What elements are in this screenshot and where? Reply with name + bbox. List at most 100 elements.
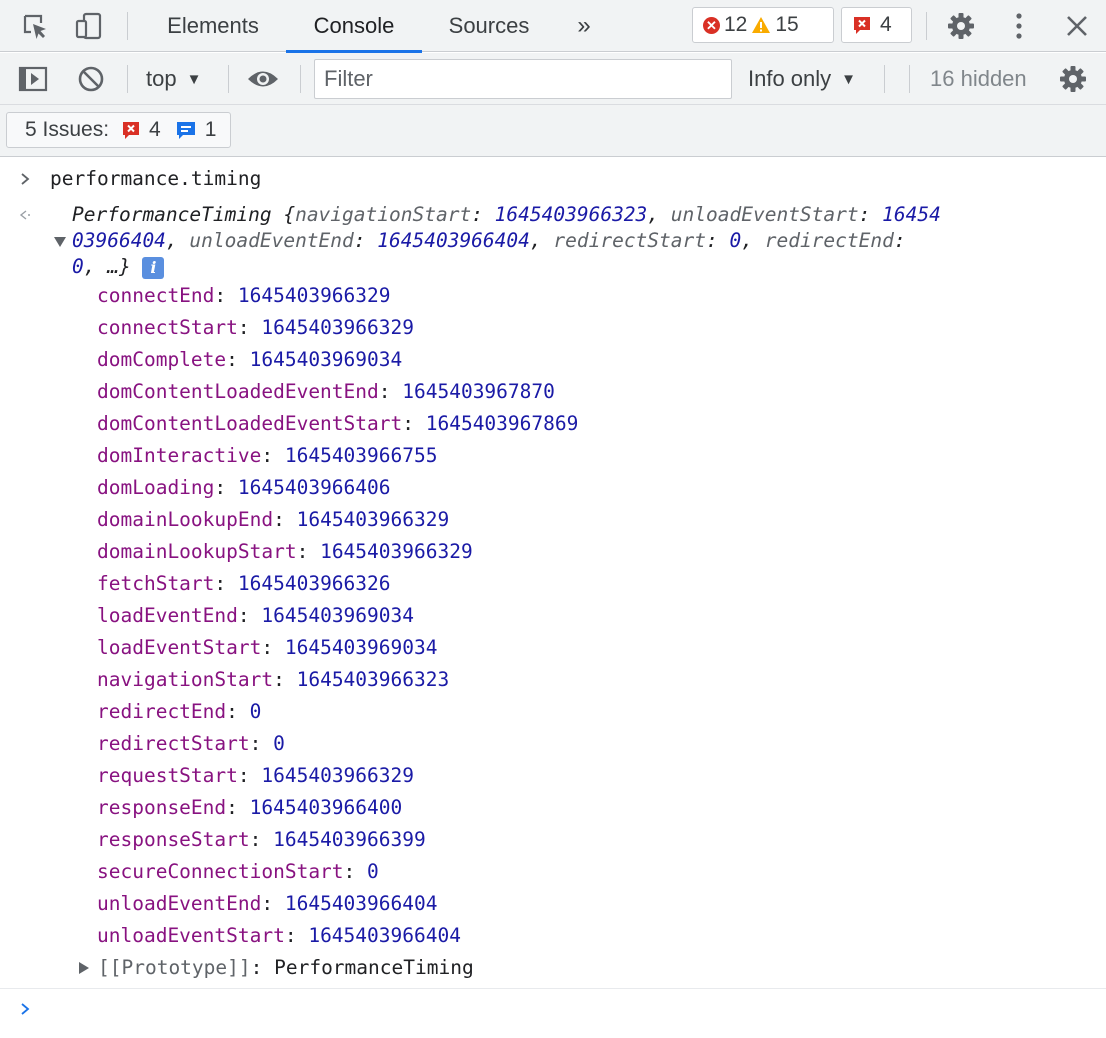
issues-info-count: 1	[204, 118, 217, 141]
more-options-icon[interactable]	[1002, 9, 1036, 43]
more-tabs-button[interactable]: »	[562, 0, 606, 52]
error-icon: ✕	[703, 16, 720, 34]
property-value: 1645403966404	[308, 924, 461, 947]
property-row[interactable]: domainLookupStart: 1645403966329	[97, 539, 473, 565]
property-row[interactable]: fetchStart: 1645403966326	[97, 571, 391, 597]
property-row[interactable]: responseEnd: 1645403966400	[97, 795, 402, 821]
device-toolbar-icon[interactable]	[72, 9, 106, 43]
issues-bar: 5 Issues: 4 1	[0, 105, 1106, 157]
tab-elements[interactable]: Elements	[144, 0, 282, 52]
property-key: redirectEnd	[97, 700, 227, 723]
property-row[interactable]: domContentLoadedEventStart: 164540396786…	[97, 411, 578, 437]
property-row[interactable]: domainLookupEnd: 1645403966329	[97, 507, 449, 533]
result-summary-line-1[interactable]: PerformanceTiming {navigationStart: 1645…	[72, 202, 941, 228]
warning-icon	[752, 17, 771, 33]
issues-counter[interactable]: 4	[841, 7, 912, 43]
summary-key: navigationStart	[295, 203, 472, 226]
issue-error-icon	[123, 122, 140, 139]
chevron-down-icon: ▼	[841, 70, 857, 88]
property-key: navigationStart	[97, 668, 274, 691]
property-row[interactable]: connectEnd: 1645403966329	[97, 283, 391, 309]
property-row[interactable]: unloadEventEnd: 1645403966404	[97, 891, 437, 917]
prototype-key: [[Prototype]]	[98, 956, 251, 979]
summary-value: 16454	[882, 203, 941, 226]
property-key: requestStart	[97, 764, 238, 787]
property-key: domContentLoadedEventEnd	[97, 380, 379, 403]
console-counters[interactable]: ✕ 12 15	[692, 7, 834, 43]
log-level-label: Info only	[748, 66, 832, 91]
input-prompt-chevron-icon	[21, 1003, 30, 1015]
console-output: performance.timing PerformanceTiming {na…	[0, 158, 1106, 1038]
property-key: domContentLoadedEventStart	[97, 412, 403, 435]
filter-input[interactable]	[314, 59, 732, 99]
toolbar-divider	[909, 65, 910, 93]
property-key: domInteractive	[97, 444, 262, 467]
result-arrow-icon	[19, 210, 30, 220]
result-summary-line-3[interactable]: 0, …} i	[72, 254, 165, 280]
property-key: redirectStart	[97, 732, 250, 755]
collapsed-triangle-icon[interactable]	[79, 962, 89, 974]
property-value: 1645403967870	[402, 380, 555, 403]
property-row[interactable]: responseStart: 1645403966399	[97, 827, 426, 853]
result-type: PerformanceTiming	[72, 203, 272, 226]
summary-key: unloadEventEnd	[189, 229, 354, 252]
summary-value: 1645403966404	[377, 229, 530, 252]
warning-count: 15	[775, 13, 799, 36]
console-prompt-input[interactable]	[50, 994, 1090, 1024]
expanded-triangle-icon[interactable]	[54, 237, 66, 247]
input-prompt-chevron-icon	[21, 173, 30, 185]
live-expression-eye-icon[interactable]	[246, 62, 280, 96]
inspect-element-icon[interactable]	[18, 9, 52, 43]
summary-value: 03966404	[72, 229, 166, 252]
property-row[interactable]: loadEventStart: 1645403969034	[97, 635, 437, 661]
tab-sources[interactable]: Sources	[426, 0, 552, 52]
property-row[interactable]: navigationStart: 1645403966323	[97, 667, 449, 693]
property-value: 1645403969034	[284, 636, 438, 659]
property-row[interactable]: secureConnectionStart: 0	[97, 859, 379, 885]
issues-label: 5 Issues:	[25, 118, 110, 141]
property-value: 1645403969034	[261, 604, 414, 627]
property-row[interactable]: domComplete: 1645403969034	[97, 347, 402, 373]
summary-value: 0	[72, 255, 84, 278]
issues-button[interactable]: 5 Issues: 4 1	[6, 112, 232, 148]
summary-key: unloadEventStart	[670, 203, 859, 226]
property-row[interactable]: redirectEnd: 0	[97, 699, 261, 725]
property-value: 1645403966406	[237, 476, 391, 499]
property-row[interactable]: domInteractive: 1645403966755	[97, 443, 437, 469]
property-row[interactable]: domContentLoadedEventEnd: 1645403967870	[97, 379, 555, 405]
property-value: 1645403966323	[296, 668, 450, 691]
property-value: 1645403966329	[261, 316, 414, 339]
summary-value: 0	[729, 229, 742, 252]
context-label: top	[146, 66, 177, 91]
property-row[interactable]: unloadEventStart: 1645403966404	[97, 923, 461, 949]
property-value: 1645403969034	[249, 348, 403, 371]
settings-gear-icon[interactable]	[944, 9, 978, 43]
result-summary-line-2[interactable]: 03966404, unloadEventEnd: 1645403966404,…	[72, 228, 906, 254]
info-icon[interactable]: i	[142, 256, 165, 279]
toolbar-divider	[884, 65, 885, 93]
close-icon[interactable]	[1060, 9, 1094, 43]
toolbar-divider	[228, 65, 229, 93]
tab-console[interactable]: Console	[286, 0, 422, 53]
property-row[interactable]: connectStart: 1645403966329	[97, 315, 414, 341]
property-row[interactable]: loadEventEnd: 1645403969034	[97, 603, 414, 629]
toolbar-divider	[300, 65, 301, 93]
console-settings-gear-icon[interactable]	[1056, 62, 1090, 96]
toolbar-divider	[127, 12, 128, 40]
hidden-count: 16 hidden	[930, 66, 1027, 91]
property-key: loadEventEnd	[97, 604, 238, 627]
property-row[interactable]: domLoading: 1645403966406	[97, 475, 391, 501]
property-row[interactable]: redirectStart: 0	[97, 731, 285, 757]
property-row[interactable]: requestStart: 1645403966329	[97, 763, 414, 789]
log-level-selector[interactable]: Info only ▼	[748, 53, 856, 105]
devtools-tab-bar: Elements Console Sources » ✕ 12 15 4	[0, 0, 1106, 53]
property-key: secureConnectionStart	[97, 860, 344, 883]
issue-error-icon	[854, 17, 870, 34]
context-selector[interactable]: top ▼	[146, 53, 201, 105]
console-command: performance.timing	[50, 167, 262, 190]
toolbar-divider	[926, 12, 927, 40]
prototype-row[interactable]: [[Prototype]]: PerformanceTiming	[98, 955, 474, 981]
clear-console-icon[interactable]	[74, 62, 108, 96]
summary-tail: , …}	[83, 255, 131, 278]
sidebar-toggle-icon[interactable]	[16, 62, 50, 96]
